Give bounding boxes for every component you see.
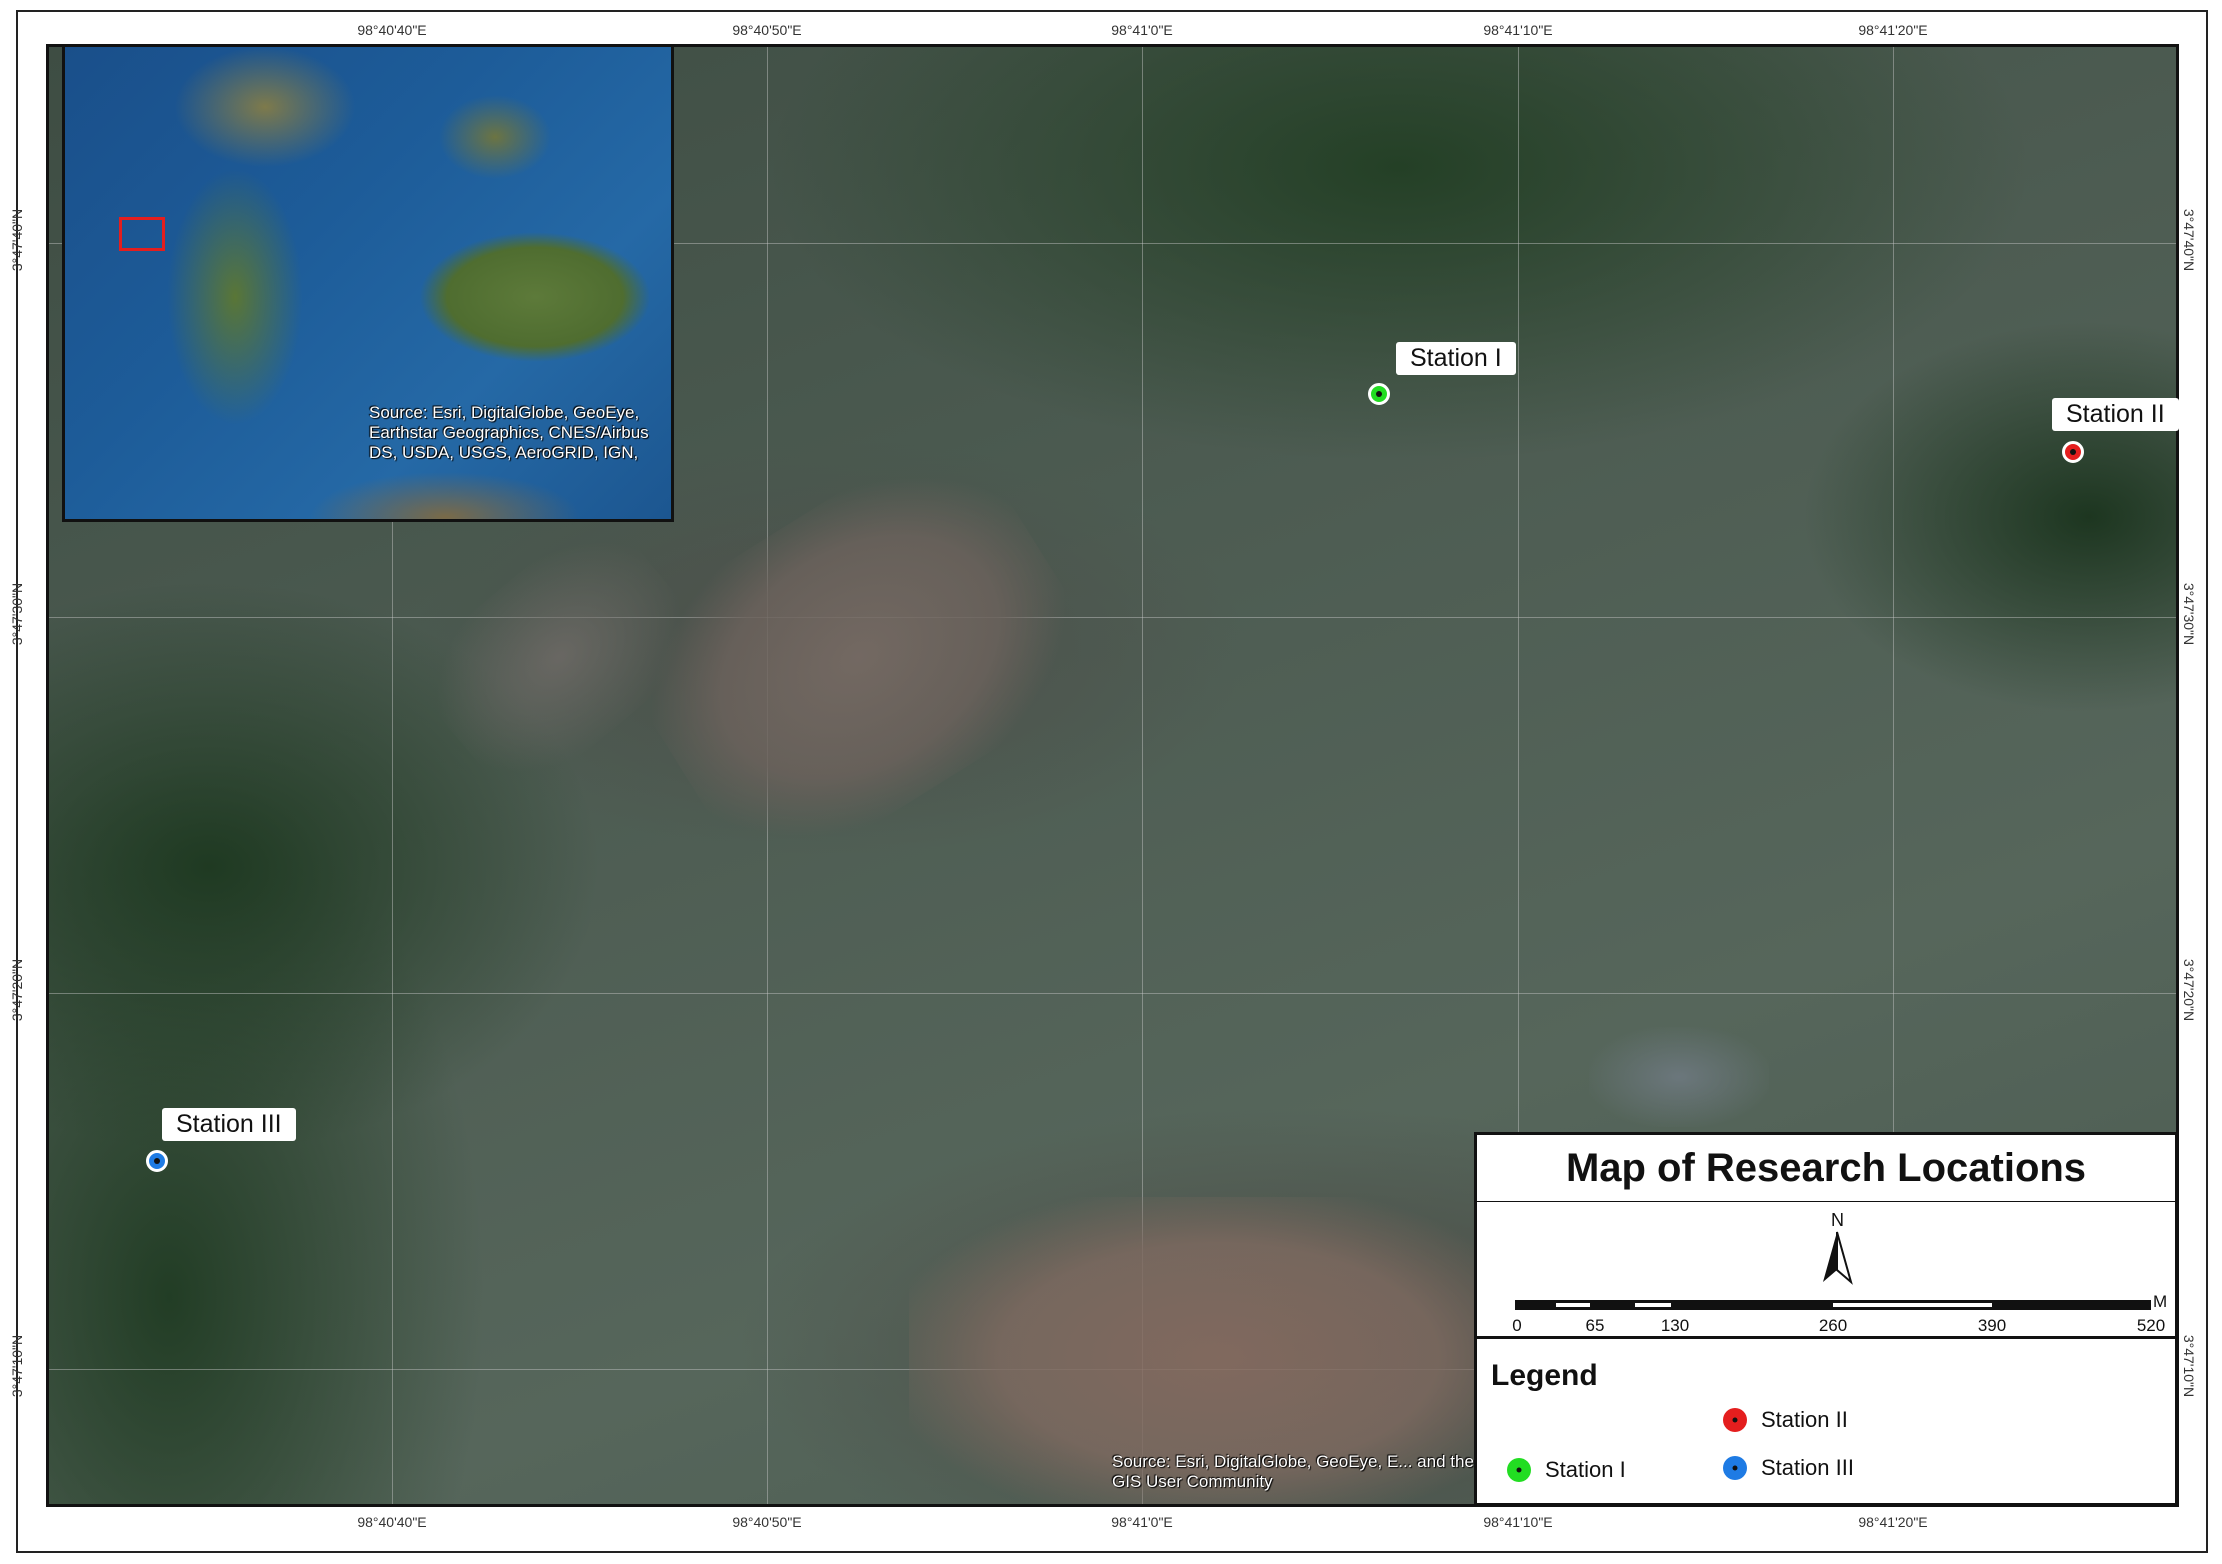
grid-line — [49, 617, 2176, 618]
station-1-marker[interactable] — [1368, 383, 1390, 405]
scale-bar-segment — [1556, 1303, 1590, 1307]
inset-source-attribution: Source: Esri, DigitalGlobe, GeoEye, Eart… — [369, 403, 649, 462]
village-area — [401, 504, 717, 810]
coord-right-2: 3°47'30"N — [2181, 582, 2198, 646]
scale-tick-label: 130 — [1660, 1316, 1690, 1335]
coord-bottom-3: 98°41'0"E — [1111, 1514, 1173, 1530]
coord-right-3: 3°47'20"N — [2181, 958, 2198, 1022]
coord-top-3: 98°41'0"E — [1111, 22, 1173, 38]
blue-dot-icon — [1723, 1456, 1747, 1480]
north-label: N — [1831, 1210, 1844, 1230]
station-3-marker[interactable] — [146, 1150, 168, 1172]
coord-top-5: 98°41'20"E — [1858, 22, 1928, 38]
map-source-attribution: Source: Esri, DigitalGlobe, GeoEye, E...… — [1112, 1452, 1474, 1491]
coord-right-4: 3°47'10"N — [2181, 1334, 2198, 1398]
coord-right-1: 3°47'40"N — [2181, 208, 2198, 272]
scale-unit: M — [2153, 1292, 2168, 1311]
scale-bar-segment — [1635, 1303, 1671, 1307]
map-title: Map of Research Locations — [1565, 1146, 2087, 1190]
coord-bottom-4: 98°41'10"E — [1483, 1514, 1553, 1530]
station-2-label: Station II — [2052, 398, 2179, 431]
scale-bar — [1515, 1300, 2151, 1310]
map-title-panel: Map of Research Locations — [1474, 1132, 2178, 1204]
coord-left-2: 3°47'30"N — [9, 582, 26, 646]
legend-item-label: Station I — [1545, 1457, 1626, 1482]
inset-locator-map: Source: Esri, DigitalGlobe, GeoEye, Eart… — [62, 44, 674, 522]
red-dot-icon — [1723, 1408, 1747, 1432]
coord-bottom-1: 98°40'40"E — [357, 1514, 427, 1530]
coord-bottom-2: 98°40'50"E — [732, 1514, 802, 1530]
legend-panel: Legend Station II Station I Station III — [1474, 1336, 2178, 1506]
coord-bottom-5: 98°41'20"E — [1858, 1514, 1928, 1530]
station-1-label: Station I — [1396, 342, 1516, 375]
harbor-area — [1589, 1027, 1769, 1127]
coord-left-1: 3°47'40"N — [9, 208, 26, 272]
legend-item-station-2: Station II — [1723, 1407, 1848, 1433]
legend-item-label: Station III — [1761, 1455, 1854, 1480]
scale-bar-segment — [1833, 1303, 1992, 1307]
legend-item-station-1: Station I — [1507, 1457, 1626, 1483]
station-2-marker[interactable] — [2062, 441, 2084, 463]
north-arrow-icon — [1823, 1231, 1853, 1285]
grid-line — [49, 993, 2176, 994]
coord-top-1: 98°40'40"E — [357, 22, 427, 38]
coord-top-2: 98°40'50"E — [732, 22, 802, 38]
scale-tick-label: 390 — [1977, 1316, 2007, 1335]
legend-item-station-3: Station III — [1723, 1455, 1854, 1481]
legend-item-label: Station II — [1761, 1407, 1848, 1432]
coord-left-3: 3°47'20"N — [9, 958, 26, 1022]
station-3-label: Station III — [162, 1108, 296, 1141]
scale-tick-label: 0 — [1512, 1316, 1522, 1335]
coord-top-4: 98°41'10"E — [1483, 22, 1553, 38]
scale-tick-label: 260 — [1818, 1316, 1848, 1335]
scale-panel: N M 0 65 130 260 390 520 — [1474, 1202, 2178, 1338]
study-area-box — [119, 217, 165, 251]
green-dot-icon — [1507, 1458, 1531, 1482]
scale-tick-label: 520 — [2136, 1316, 2166, 1335]
scale-tick-label: 65 — [1585, 1316, 1605, 1335]
legend-title: Legend — [1491, 1359, 1598, 1392]
coord-left-4: 3°47'10"N — [9, 1334, 26, 1398]
